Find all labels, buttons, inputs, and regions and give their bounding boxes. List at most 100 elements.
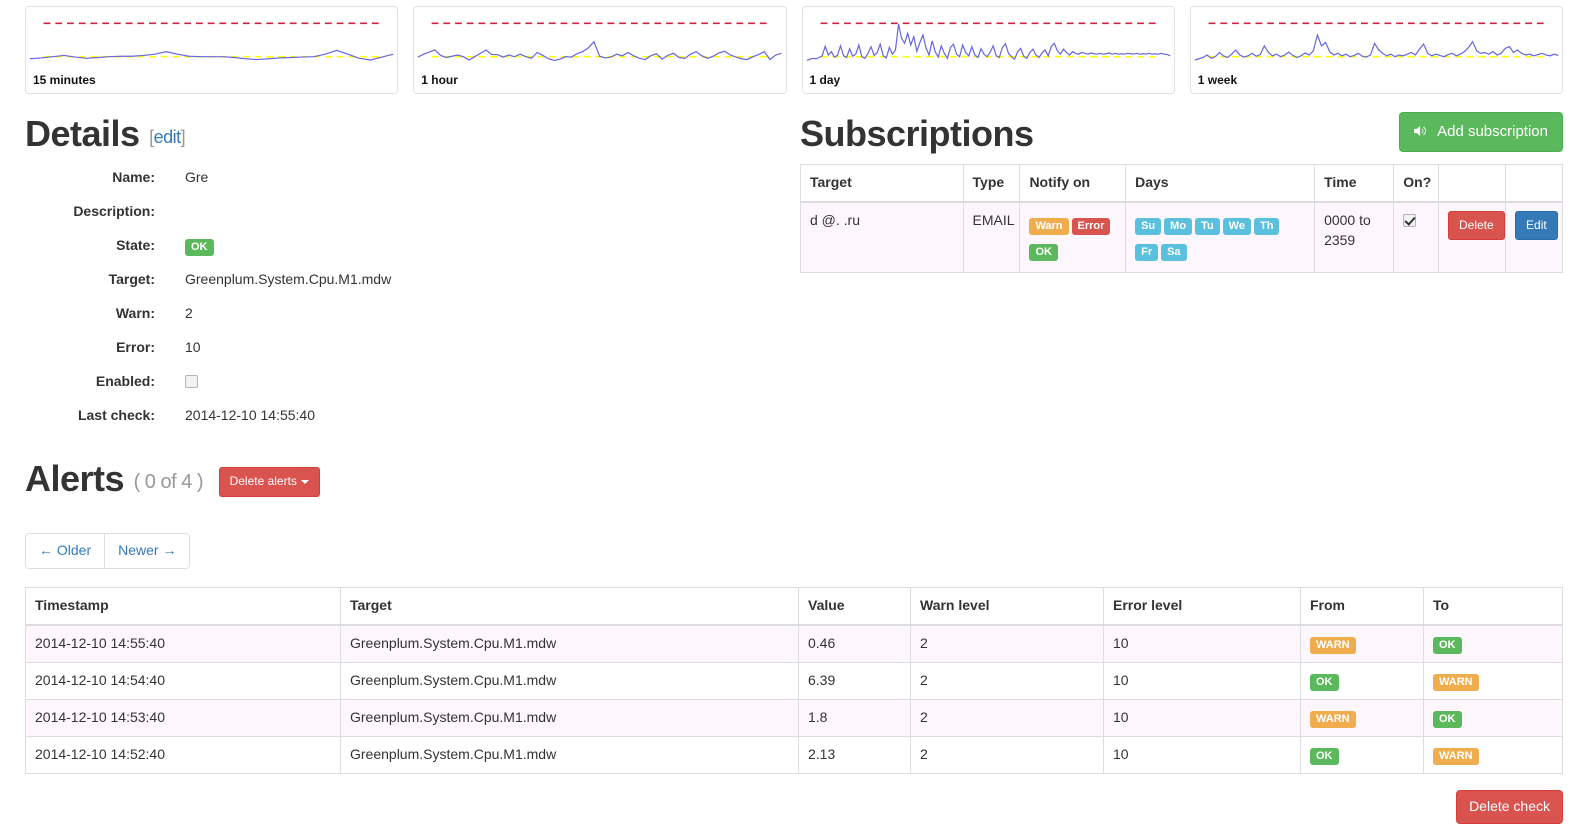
- alert-to-badge: OK: [1433, 637, 1462, 654]
- graph-label-15-minutes: 15 minutes: [33, 72, 96, 89]
- table-row: 2014-12-10 14:53:40Greenplum.System.Cpu.…: [26, 700, 1563, 737]
- alert-warn-level: 2: [911, 737, 1104, 774]
- day-badge: Mo: [1164, 218, 1192, 235]
- subscription-on-checkbox[interactable]: [1403, 214, 1416, 227]
- alert-warn-level: 2: [911, 625, 1104, 663]
- details-value: 10: [155, 338, 201, 358]
- footer-actions: Delete check: [0, 790, 1588, 824]
- subscriptions-column-header: Type: [963, 164, 1020, 201]
- details-label: Name:: [25, 168, 155, 188]
- alerts-column-header: Warn level: [911, 588, 1104, 625]
- alert-to-badge: WARN: [1433, 748, 1479, 765]
- sparkline-1-week: [1191, 7, 1562, 73]
- pager-newer-button[interactable]: Newer →: [104, 533, 190, 569]
- alert-error-level: 10: [1104, 625, 1301, 663]
- subscriptions-column-header: On?: [1394, 164, 1439, 201]
- day-badge: Su: [1135, 218, 1161, 235]
- alert-from-badge: OK: [1310, 748, 1339, 765]
- alert-from-badge: WARN: [1310, 637, 1356, 654]
- delete-alerts-button[interactable]: Delete alerts: [219, 467, 320, 496]
- subscriptions-column-header: Notify on: [1020, 164, 1126, 201]
- subscriptions-table-head: TargetTypeNotify onDaysTimeOn?: [801, 164, 1563, 201]
- alerts-column-header: Error level: [1104, 588, 1301, 625]
- alert-to-badge: WARN: [1433, 674, 1479, 691]
- details-value: Gre: [155, 168, 208, 188]
- graph-panel-1-week[interactable]: 1 week: [1190, 6, 1563, 94]
- alerts-column-header: From: [1301, 588, 1424, 625]
- alerts-table: TimestampTargetValueWarn levelError leve…: [25, 587, 1563, 774]
- subscription-delete-button[interactable]: Delete: [1448, 211, 1505, 240]
- details-row: Description:: [25, 202, 800, 222]
- alert-timestamp: 2014-12-10 14:54:40: [26, 663, 341, 700]
- graph-panel-15-minutes[interactable]: 15 minutes: [25, 6, 398, 94]
- details-edit-wrapper: [edit]: [149, 127, 185, 147]
- alerts-count: ( 0 of 4 ): [134, 471, 203, 493]
- details-row: Name:Gre: [25, 168, 800, 188]
- details-label: Error:: [25, 338, 155, 358]
- details-value: 2: [155, 304, 193, 324]
- subscriptions-column-header: Target: [801, 164, 964, 201]
- alerts-heading: Alerts ( 0 of 4 ) Delete alerts: [25, 459, 1563, 499]
- details-label: Description:: [25, 202, 155, 222]
- alert-timestamp: 2014-12-10 14:55:40: [26, 625, 341, 663]
- graph-panel-1-hour[interactable]: 1 hour: [413, 6, 786, 94]
- subscription-days: SuMoTuWeThFrSa: [1126, 202, 1315, 273]
- delete-check-button[interactable]: Delete check: [1456, 790, 1563, 824]
- details-column: Details [edit] Name:GreDescription:State…: [25, 94, 800, 439]
- notify-badge: Error: [1072, 218, 1111, 235]
- alerts-title: Alerts: [25, 458, 124, 499]
- alert-from: WARN: [1301, 625, 1424, 663]
- details-label: Enabled:: [25, 372, 155, 392]
- details-value: [155, 372, 198, 392]
- subscriptions-column: Add subscription Subscriptions TargetTyp…: [800, 94, 1563, 273]
- volume-up-icon: [1414, 124, 1432, 141]
- sparkline-1-hour: [414, 7, 785, 73]
- alert-value: 2.13: [799, 737, 911, 774]
- subscription-edit-button[interactable]: Edit: [1515, 211, 1558, 240]
- subscriptions-column-header: [1506, 164, 1563, 201]
- sparkline-strip: 15 minutes 1 hour 1 day 1 week: [0, 0, 1588, 94]
- graph-label-1-hour: 1 hour: [421, 72, 458, 89]
- alerts-column-header: To: [1424, 588, 1563, 625]
- details-row: Enabled:: [25, 372, 800, 392]
- pager-older-button[interactable]: ← Older: [25, 533, 105, 569]
- alert-warn-level: 2: [911, 700, 1104, 737]
- alert-error-level: 10: [1104, 663, 1301, 700]
- details-list: Name:GreDescription:State:OKTarget:Green…: [25, 168, 800, 426]
- alerts-section: Alerts ( 0 of 4 ) Delete alerts ← Older …: [0, 459, 1588, 774]
- details-value: 2014-12-10 14:55:40: [155, 406, 315, 426]
- alert-to: OK: [1424, 625, 1563, 663]
- details-row: State:OK: [25, 236, 800, 256]
- alert-from: WARN: [1301, 700, 1424, 737]
- notify-badge: OK: [1029, 244, 1058, 261]
- details-heading: Details [edit]: [25, 114, 800, 154]
- subscription-delete-cell: Delete: [1439, 202, 1506, 273]
- alert-from: OK: [1301, 663, 1424, 700]
- alert-warn-level: 2: [911, 663, 1104, 700]
- alert-to: OK: [1424, 700, 1563, 737]
- alerts-header-row: TimestampTargetValueWarn levelError leve…: [26, 588, 1563, 625]
- subscription-edit-cell: Edit: [1506, 202, 1563, 273]
- alert-timestamp: 2014-12-10 14:52:40: [26, 737, 341, 774]
- alert-from-badge: WARN: [1310, 711, 1356, 728]
- details-label: Warn:: [25, 304, 155, 324]
- subscription-on: [1394, 202, 1439, 273]
- add-subscription-label: Add subscription: [1437, 123, 1548, 140]
- graph-panel-1-day[interactable]: 1 day: [802, 6, 1175, 94]
- details-title: Details: [25, 113, 140, 154]
- enabled-checkbox[interactable]: [185, 375, 198, 388]
- delete-alerts-label: Delete alerts: [230, 474, 297, 488]
- add-subscription-button[interactable]: Add subscription: [1399, 112, 1563, 152]
- subscriptions-column-header: [1439, 164, 1506, 201]
- alert-target: Greenplum.System.Cpu.M1.mdw: [341, 625, 799, 663]
- alerts-table-body: 2014-12-10 14:55:40Greenplum.System.Cpu.…: [26, 625, 1563, 774]
- day-badge: Tu: [1195, 218, 1220, 235]
- alert-to: WARN: [1424, 663, 1563, 700]
- table-row: 2014-12-10 14:52:40Greenplum.System.Cpu.…: [26, 737, 1563, 774]
- subscription-type: EMAIL: [963, 202, 1020, 273]
- subscription-target: d @. .ru: [801, 202, 964, 273]
- sparkline-1-day: [803, 7, 1174, 73]
- details-edit-link[interactable]: edit: [154, 127, 181, 147]
- table-row: 2014-12-10 14:54:40Greenplum.System.Cpu.…: [26, 663, 1563, 700]
- details-label: Target:: [25, 270, 155, 290]
